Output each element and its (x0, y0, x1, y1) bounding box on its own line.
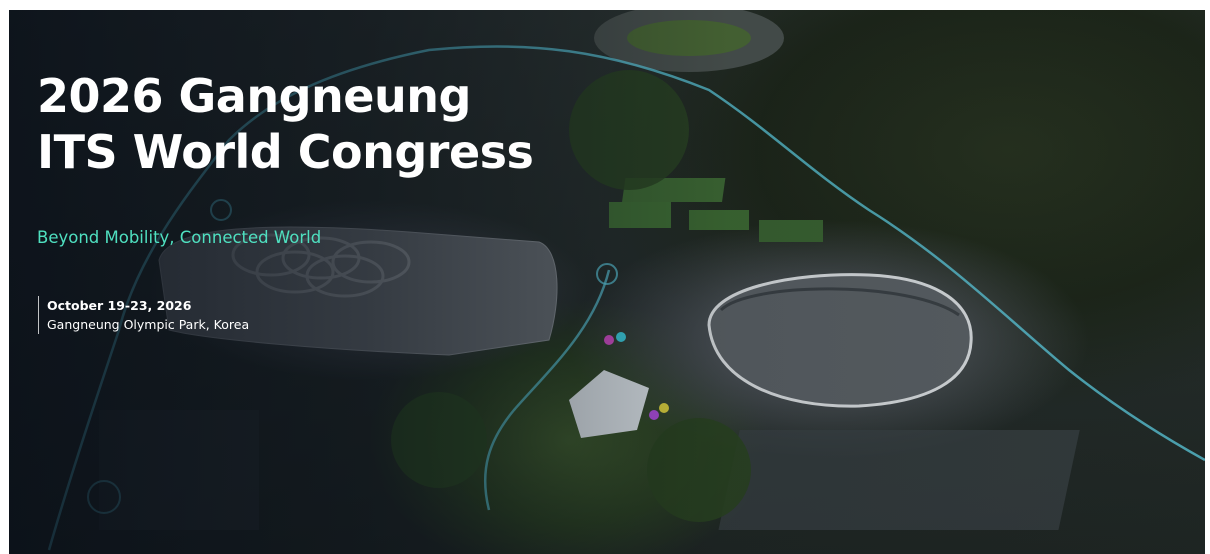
title-line-1: 2026 Gangneung (37, 69, 471, 123)
event-details: October 19-23, 2026 Gangneung Olympic Pa… (38, 296, 249, 334)
title-line-2: ITS World Congress (37, 125, 534, 179)
event-dates: October 19-23, 2026 (47, 298, 192, 313)
hero-banner: 2026 Gangneung ITS World Congress Beyond… (9, 10, 1205, 554)
event-tagline: Beyond Mobility, Connected World (37, 228, 322, 247)
event-venue: Gangneung Olympic Park, Korea (47, 317, 250, 332)
event-title: 2026 Gangneung ITS World Congress (37, 68, 534, 180)
